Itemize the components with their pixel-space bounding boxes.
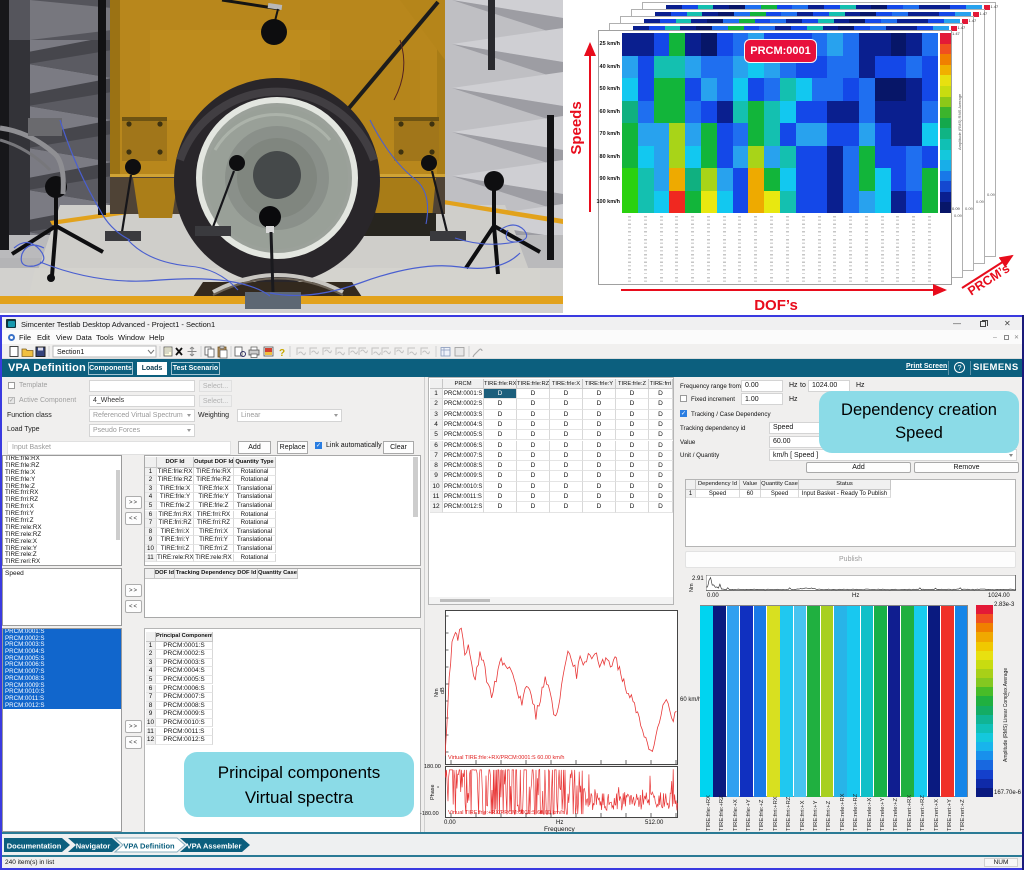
svg-text:DOF’s: DOF’s: [754, 297, 798, 314]
svg-text:?: ?: [279, 348, 285, 359]
svg-text:PRCM’s: PRCM’s: [965, 261, 1012, 298]
svg-text:Documentation: Documentation: [7, 842, 62, 851]
svg-text:Speeds: Speeds: [568, 101, 585, 154]
svg-text:Section1: Section1: [57, 349, 84, 356]
svg-text:Virtual TIRE:frle:+RX/PRCM:000: Virtual TIRE:frle:+RX/PRCM:0001:S 60.00 …: [448, 810, 564, 816]
svg-text:Virtual TIRE:frle:+RX/PRCM:000: Virtual TIRE:frle:+RX/PRCM:0001:S 60.00 …: [448, 755, 564, 761]
svg-text:Navigator: Navigator: [76, 842, 111, 851]
svg-text:VPA Assembler: VPA Assembler: [187, 842, 242, 851]
svg-text:VPA Definition: VPA Definition: [123, 842, 175, 851]
